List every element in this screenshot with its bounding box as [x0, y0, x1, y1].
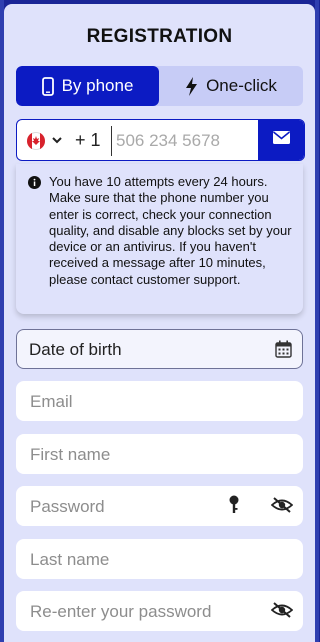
registration-panel: REGISTRATION By phone One-click + 1 506 … — [4, 4, 315, 642]
last-name-input[interactable] — [28, 545, 232, 575]
reenter-password-field — [16, 591, 303, 631]
background-strip-right — [315, 0, 319, 642]
smartphone-icon — [41, 76, 54, 96]
phone-field: + 1 — [16, 119, 305, 161]
eye-slash-icon[interactable] — [270, 496, 294, 519]
info-icon — [28, 176, 41, 194]
tab-by-phone-label: By phone — [61, 76, 134, 95]
lightning-icon — [185, 76, 198, 96]
envelope-icon — [272, 131, 290, 149]
first-name-field — [16, 434, 303, 474]
country-code: + 1 — [75, 130, 101, 150]
date-of-birth-field[interactable]: Date of birth — [16, 329, 303, 369]
last-name-field — [16, 539, 303, 579]
date-of-birth-label: Date of birth — [29, 340, 122, 359]
chevron-down-icon[interactable] — [51, 133, 63, 151]
key-icon[interactable] — [229, 495, 239, 520]
tab-one-click-label: One-click — [206, 76, 277, 95]
email-input[interactable] — [28, 387, 232, 417]
canada-flag-icon[interactable] — [27, 132, 45, 150]
tab-one-click[interactable]: One-click — [159, 66, 303, 106]
password-field — [16, 486, 303, 526]
sms-notice: You have 10 attempts every 24 hours. Mak… — [16, 164, 303, 314]
send-code-button[interactable] — [258, 120, 304, 160]
eye-slash-icon[interactable] — [270, 601, 294, 624]
calendar-icon[interactable] — [275, 340, 292, 363]
tab-by-phone[interactable]: By phone — [16, 66, 159, 106]
phone-input[interactable] — [111, 126, 258, 156]
notice-text: You have 10 attempts every 24 hours. Mak… — [49, 174, 292, 287]
email-field — [16, 381, 303, 421]
first-name-input[interactable] — [28, 440, 232, 470]
registration-tabs: By phone One-click — [16, 66, 303, 106]
form-title: REGISTRATION — [86, 26, 233, 47]
password-input[interactable] — [28, 492, 232, 522]
reenter-password-input[interactable] — [28, 597, 262, 627]
